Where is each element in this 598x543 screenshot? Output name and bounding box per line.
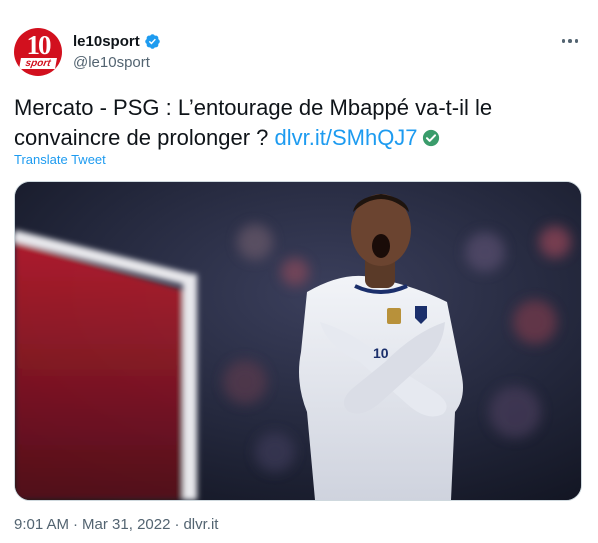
jersey-number: 10 [373,345,389,361]
tweet-text-body: Mercato - PSG : L’entourage de Mbappé va… [14,95,493,150]
more-horizontal-icon-dot [568,39,572,43]
tweet-photo[interactable]: 10 [14,181,582,501]
author-name-row[interactable]: le10sport [73,31,161,51]
meta-separator: · [174,516,180,533]
more-options-button[interactable] [558,31,582,51]
tweet-time[interactable]: 9:01 AM [14,516,69,533]
tweet-card[interactable]: 10 sport le10sport @le10sport Mercato - … [0,0,598,543]
photo-illustration: 10 [15,182,581,500]
translate-tweet-link[interactable]: Translate Tweet [14,152,106,167]
avatar-logo-word: sport [19,58,57,69]
more-horizontal-icon-dot [574,39,579,43]
display-name[interactable]: le10sport [73,33,140,50]
tweet-meta: 9:01 AM · Mar 31, 2022 · dlvr.it [14,516,218,533]
tweet-date[interactable]: Mar 31, 2022 [82,516,170,533]
tweet-link[interactable]: dlvr.it/SMhQJ7 [275,125,418,150]
tweet-text: Mercato - PSG : L’entourage de Mbappé va… [14,93,584,153]
tweet-source[interactable]: dlvr.it [183,516,218,533]
avatar-logo-number: 10 [26,30,52,60]
verified-badge-icon [144,33,160,49]
handle[interactable]: @le10sport [73,54,150,71]
green-check-icon [422,129,439,147]
more-horizontal-icon [561,39,566,43]
meta-separator: · [73,516,79,533]
avatar[interactable]: 10 sport [14,28,62,76]
